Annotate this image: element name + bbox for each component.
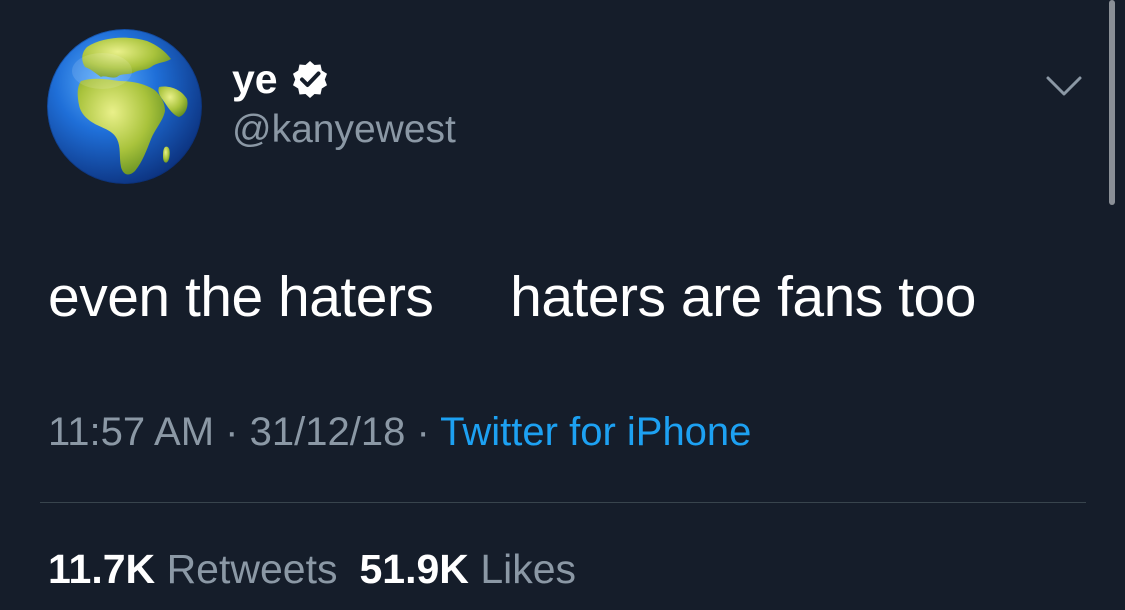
verified-badge-icon: [292, 61, 327, 98]
tweet-time: 11:57 AM: [48, 410, 215, 454]
tweet-stats: 11.7K Retweets 51.9K Likes: [48, 544, 576, 594]
divider: [40, 502, 1086, 503]
tweet-source-link[interactable]: Twitter for iPhone: [440, 410, 751, 454]
avatar[interactable]: [47, 29, 202, 184]
likes-count: 51.9K: [359, 546, 469, 592]
retweets-count: 11.7K: [48, 546, 156, 592]
likes-stat[interactable]: 51.9K Likes: [359, 546, 576, 592]
meta-separator: ·: [225, 410, 239, 454]
retweets-label: Retweets: [166, 546, 338, 592]
scrollbar[interactable]: [1109, 0, 1115, 205]
tweet-date: 31/12/18: [249, 410, 406, 454]
globe-europe-africa-icon: [47, 29, 202, 184]
meta-separator: ·: [416, 410, 430, 454]
chevron-down-icon[interactable]: [1043, 71, 1085, 101]
user-handle[interactable]: @kanyewest: [232, 105, 456, 155]
display-name-row[interactable]: ye: [232, 52, 330, 106]
tweet-detail: ye @kanyewest even the haters haters are…: [0, 0, 1125, 610]
display-name[interactable]: ye: [232, 52, 278, 106]
tweet-text: even the haters haters are fans too: [48, 265, 976, 329]
tweet-meta: 11:57 AM · 31/12/18 · Twitter for iPhone: [48, 407, 751, 457]
likes-label: Likes: [480, 546, 577, 592]
retweets-stat[interactable]: 11.7K Retweets: [48, 546, 337, 592]
